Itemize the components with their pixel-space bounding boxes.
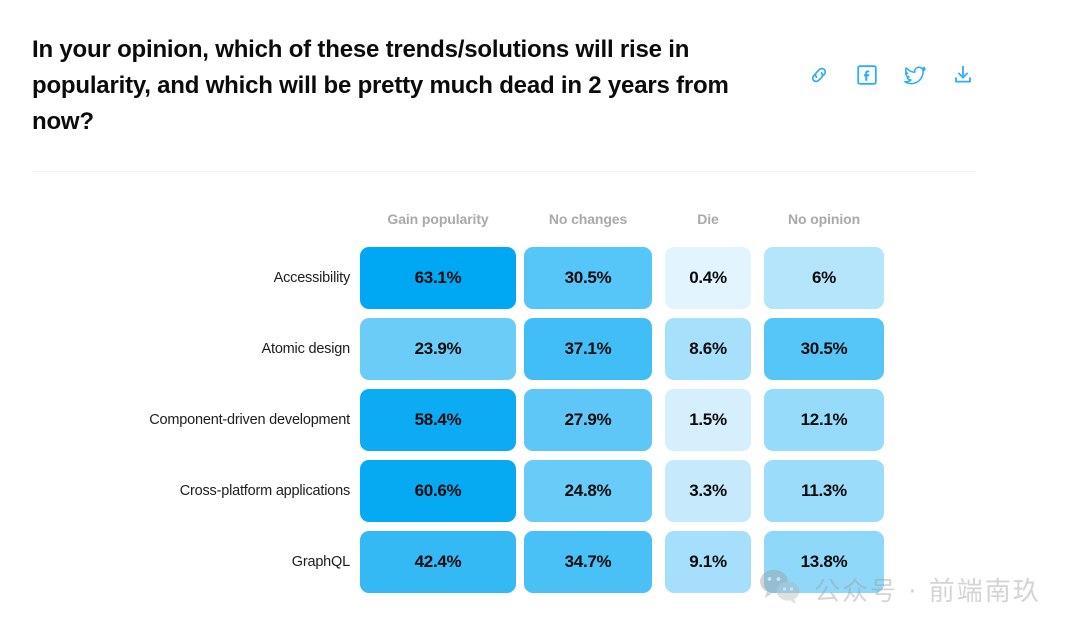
heatmap-cell-wrap: 24.8% [524,459,652,522]
heatmap-cell[interactable]: 6% [764,246,884,309]
heatmap-cell-wrap: 3.3% [665,459,751,522]
heatmap-cell-wrap: 6% [764,246,884,309]
link-icon[interactable] [806,62,832,88]
heatmap-cell-wrap: 60.6% [360,459,516,522]
column-header-no-opinion: No opinion [787,211,861,227]
heatmap-row: GraphQL 42.4% 34.7% 9.1% 13.8% [120,526,1080,597]
heatmap-column-headers: Gain popularity No changes Die No opinio… [120,196,1080,242]
heatmap-cell[interactable]: 58.4% [360,388,516,451]
heatmap-cell-wrap: 13.8% [764,530,884,593]
heatmap-cell[interactable]: 3.3% [665,459,751,522]
heatmap-cell[interactable]: 37.1% [524,317,652,380]
heatmap-cell[interactable]: 23.9% [360,317,516,380]
heatmap-cell[interactable]: 11.3% [764,459,884,522]
heatmap-cell-wrap: 1.5% [665,388,751,451]
heatmap-cell-wrap: 12.1% [764,388,884,451]
heatmap-cell[interactable]: 34.7% [524,530,652,593]
heatmap-cell-wrap: 63.1% [360,246,516,309]
heatmap-row: Cross-platform applications 60.6% 24.8% 3.3… [120,455,1080,526]
heatmap-cell[interactable]: 27.9% [524,388,652,451]
heatmap-cell[interactable]: 1.5% [665,388,751,451]
download-icon[interactable] [950,62,976,88]
heatmap-cell-wrap: 9.1% [665,530,751,593]
heatmap-cell[interactable]: 42.4% [360,530,516,593]
column-header-gain-popularity: Gain popularity [387,211,489,227]
header-divider [32,171,976,172]
heatmap-cell-wrap: 42.4% [360,530,516,593]
heatmap-cell[interactable]: 12.1% [764,388,884,451]
heatmap-cell-wrap: 30.5% [764,317,884,380]
row-label: Atomic design [261,340,351,357]
chart-header: In your opinion, which of these trends/s… [32,32,976,140]
heatmap-cell[interactable]: 63.1% [360,246,516,309]
page-title: In your opinion, which of these trends/s… [32,36,729,135]
heatmap-cell-wrap: 34.7% [524,530,652,593]
heatmap-cell-wrap: 58.4% [360,388,516,451]
heatmap-cell[interactable]: 9.1% [665,530,751,593]
heatmap-cell[interactable]: 24.8% [524,459,652,522]
heatmap-cell-wrap: 23.9% [360,317,516,380]
share-toolbar [806,62,976,88]
heatmap-cell-wrap: 37.1% [524,317,652,380]
heatmap-cell-wrap: 27.9% [524,388,652,451]
heatmap-cell[interactable]: 13.8% [764,530,884,593]
column-header-no-changes: No changes [548,211,628,227]
heatmap-row: Accessibility 63.1% 30.5% 0.4% 6% [120,242,1080,313]
heatmap-cell-wrap: 30.5% [524,246,652,309]
row-label: GraphQL [291,553,350,570]
heatmap-row: Component-driven development 58.4% 27.9% 1.… [120,384,1080,455]
heatmap-row: Atomic design 23.9% 37.1% 8.6% 30.5% [120,313,1080,384]
row-label: Cross-platform applications [179,482,350,499]
heatmap-cell-wrap: 8.6% [665,317,751,380]
column-header-die: Die [697,211,719,227]
row-label: Component-driven development [149,411,350,428]
twitter-icon[interactable] [902,62,928,88]
row-label: Accessibility [273,269,351,286]
heatmap-cell-wrap: 11.3% [764,459,884,522]
heatmap-cell-wrap: 0.4% [665,246,751,309]
heatmap-cell[interactable]: 8.6% [665,317,751,380]
heatmap-cell[interactable]: 30.5% [764,317,884,380]
heatmap-chart: Gain popularity No changes Die No opinio… [0,196,1080,597]
heatmap-cell[interactable]: 30.5% [524,246,652,309]
heatmap-grid: Gain popularity No changes Die No opinio… [120,196,1080,597]
heatmap-cell[interactable]: 0.4% [665,246,751,309]
facebook-icon[interactable] [854,62,880,88]
heatmap-cell[interactable]: 60.6% [360,459,516,522]
